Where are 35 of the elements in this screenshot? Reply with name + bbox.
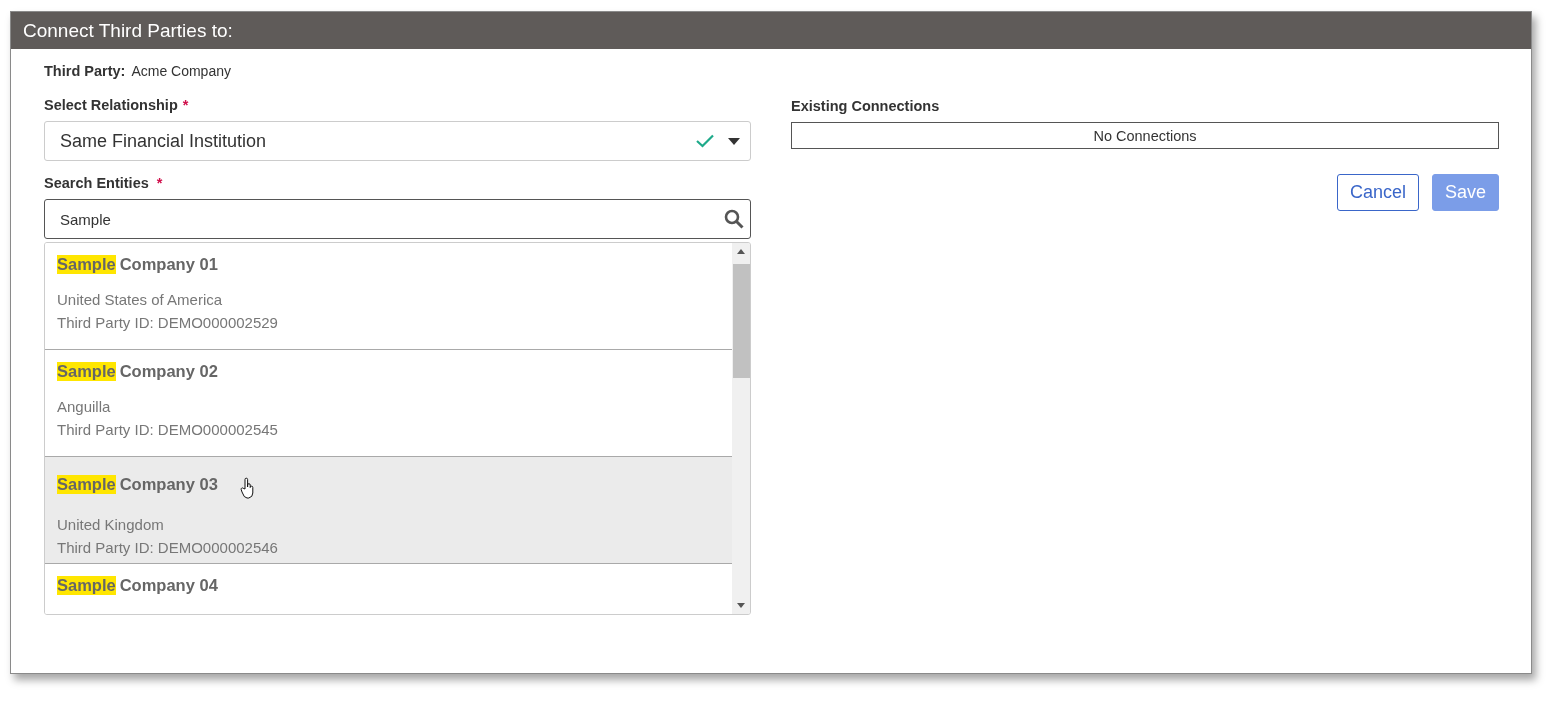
match-highlight: Sample <box>57 576 116 595</box>
match-highlight: Sample <box>57 255 116 274</box>
caret-icon <box>728 137 740 145</box>
scrollbar[interactable] <box>732 243 750 614</box>
relationship-select[interactable]: Same Financial Institution <box>44 121 751 161</box>
result-country: United States of America <box>57 290 224 310</box>
result-name: Company 02 <box>119 362 218 381</box>
result-name: Company 04 <box>119 576 218 595</box>
result-id: Third Party ID: DEMO000002529 <box>57 313 279 333</box>
scrollbar-thumb[interactable] <box>732 264 750 378</box>
search-field[interactable]: Sample <box>44 199 751 239</box>
result-item[interactable]: Sample Company 03 United Kingdom Third Party ID: DEMO000002546 <box>45 457 732 564</box>
field-label: Existing Connections <box>791 98 940 114</box>
scroll-down-icon[interactable] <box>737 603 745 608</box>
match-highlight: Sample <box>57 474 116 494</box>
result-id: Third Party ID: DEMO000002545 <box>57 420 279 440</box>
result-item[interactable]: Sample Company 01 United States of America Third Party ID: DEMO000002529 <box>45 243 732 350</box>
field-label: Select Relationship <box>44 97 178 113</box>
result-id: Third Party ID: DEMO000002546 <box>57 538 279 558</box>
dialog-title: Connect Third Parties to: <box>11 12 1531 49</box>
connections-box: No Connections <box>791 122 1499 149</box>
required-mark: * <box>156 175 163 191</box>
search-icon <box>724 209 744 229</box>
required-mark: * <box>182 97 189 113</box>
cancel-button[interactable]: Cancel <box>1336 174 1419 211</box>
field-label: Search Entities <box>44 175 149 191</box>
result-name: Company 01 <box>119 255 218 274</box>
field-value: Acme Company <box>131 63 231 79</box>
match-highlight: Sample <box>57 362 116 381</box>
result-country: United Kingdom <box>57 515 165 535</box>
scroll-up-icon[interactable] <box>737 249 745 254</box>
result-country: Anguilla <box>57 397 112 417</box>
field-label: Third Party: <box>44 63 126 79</box>
hand-cursor-icon <box>239 477 256 499</box>
result-name: Company 03 <box>119 474 218 494</box>
